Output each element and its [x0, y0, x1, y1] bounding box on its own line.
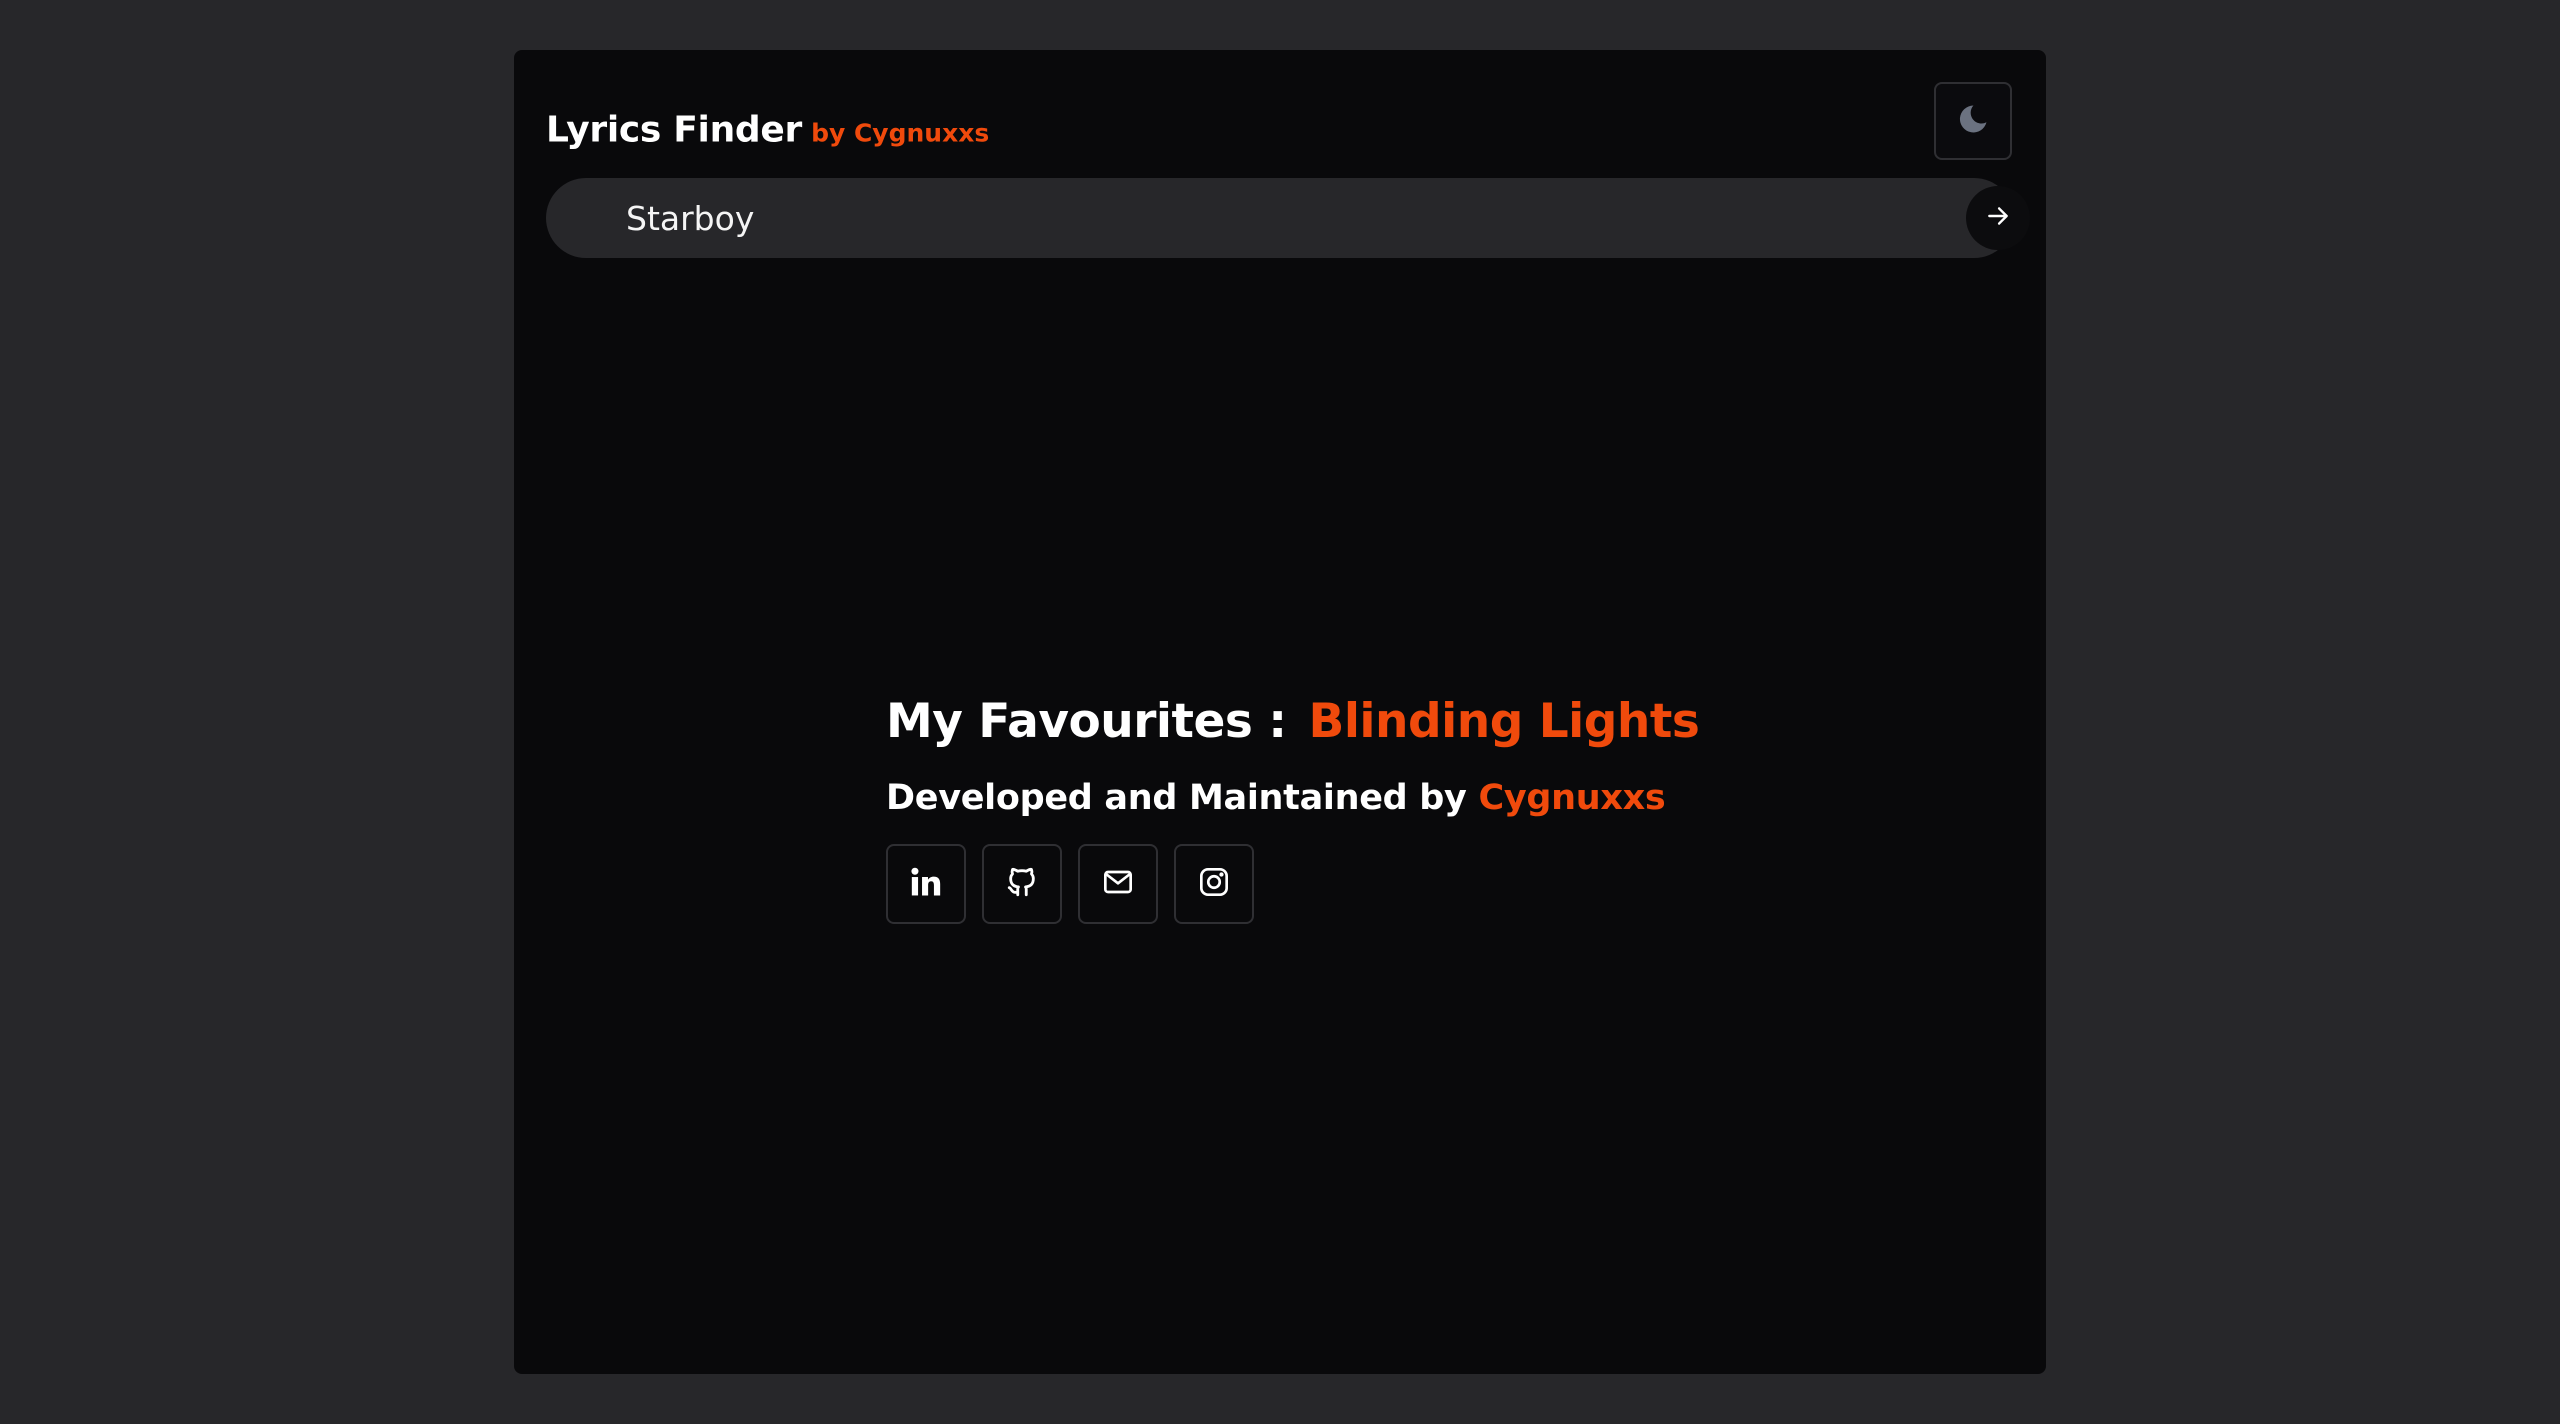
search-submit-button[interactable] — [1966, 186, 2030, 250]
social-links — [886, 844, 1254, 924]
email-button[interactable] — [1078, 844, 1158, 924]
theme-toggle-button[interactable] — [1934, 82, 2012, 160]
moon-icon — [1956, 102, 1990, 140]
credits-prefix: Developed and Maintained by — [886, 778, 1467, 818]
developer-name: Cygnuxxs — [1478, 778, 1666, 818]
search-input[interactable] — [626, 178, 1926, 258]
app-byline: by Cygnuxxs — [811, 118, 990, 148]
mail-icon — [1102, 866, 1134, 902]
search-bar — [546, 178, 2030, 258]
instagram-button[interactable] — [1174, 844, 1254, 924]
linkedin-button[interactable] — [886, 844, 966, 924]
github-button[interactable] — [982, 844, 1062, 924]
instagram-icon — [1198, 866, 1230, 902]
page-title: Lyrics Finder by Cygnuxxs — [546, 110, 989, 151]
arrow-right-icon — [1985, 203, 2011, 233]
github-icon — [1005, 865, 1039, 903]
app-panel: Lyrics Finder by Cygnuxxs My Favourites … — [514, 50, 2046, 1374]
favourite-song-link[interactable]: Blinding Lights — [1309, 694, 1700, 749]
app-title: Lyrics Finder — [546, 109, 802, 151]
credits-line: Developed and Maintained by Cygnuxxs — [886, 776, 1666, 820]
favourites-heading: My Favourites : Blinding Lights — [886, 690, 1700, 754]
linkedin-icon — [908, 865, 944, 903]
favourites-label: My Favourites : — [886, 694, 1287, 749]
